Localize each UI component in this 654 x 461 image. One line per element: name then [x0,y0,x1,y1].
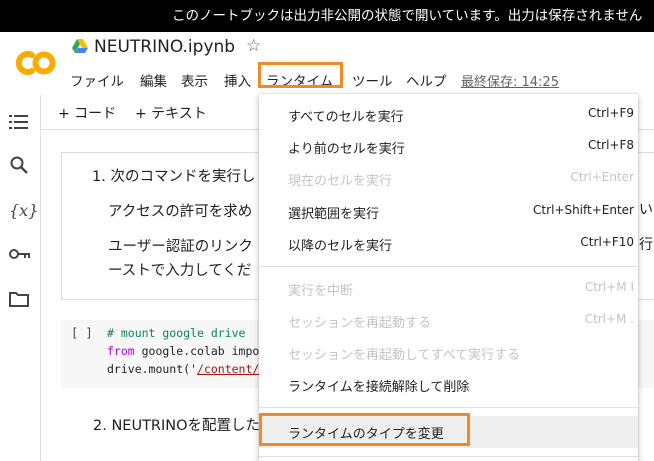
cell1-line4: ーストで入力してくだ [108,263,252,279]
colab-logo-icon[interactable] [12,48,58,78]
menu-item-restart-and-run-all: セッションを再起動してすべて実行する [259,337,638,369]
menu-item-label: 実行を中断 [288,284,354,299]
code-line-2: from google.colab impo [107,344,259,358]
menu-item-label: セッションを再起動してすべて実行する [288,348,521,363]
step2-text: 2. NEUTRINOを配置した [93,418,261,434]
menu-item-shortcut: Ctrl+Enter [570,170,634,184]
menu-item-label: セッションを再起動する [288,316,432,331]
privacy-banner: このノートブックは出力非公開の状態で開いています。出力は保存されません [0,0,654,32]
menu-item-label: より前のセルを実行 [288,142,405,157]
menu-item-label: 現在のセルを実行 [288,174,393,189]
menu-item-shortcut: Ctrl+F10 [580,235,634,249]
search-icon[interactable] [9,155,29,180]
key-icon[interactable] [9,245,31,266]
variables-icon[interactable]: {x} [9,201,38,220]
drive-icon[interactable] [72,39,88,53]
run-cell-button[interactable]: [ ] [71,326,93,340]
cell1-line2: アクセスの許可を求め [108,204,253,220]
left-sidebar: {x} [0,95,41,461]
menu-item-label: 選択範囲を実行 [288,207,380,222]
menu-item-shortcut: Ctrl+M . [584,312,634,326]
menu-item-run-selection[interactable]: 選択範囲を実行 Ctrl+Shift+Enter [259,196,638,228]
menu-item-disconnect-delete[interactable]: ランタイムを接続解除して削除 [259,369,638,401]
add-code-button[interactable]: + コード [58,103,116,123]
cell1-right-fragment-1: い [639,202,653,218]
menu-edit[interactable]: 編集 [140,70,167,90]
menu-item-shortcut: Ctrl+F9 [588,106,634,120]
menu-item-label: ランタイムを接続解除して削除 [288,380,470,395]
menu-file[interactable]: ファイル [70,70,124,90]
last-saved-link[interactable]: 最終保存: 14:25 [461,71,559,90]
change-runtime-type-highlight [259,413,470,446]
menu-divider [259,266,638,267]
folder-icon[interactable] [9,291,29,312]
code-line-1: # mount google drive [107,326,245,340]
menu-divider [259,456,638,457]
menu-item-run-all[interactable]: すべてのセルを実行 Ctrl+F9 [259,99,638,131]
code-call: drive.mount(' [107,362,198,376]
table-of-contents-icon[interactable] [9,113,29,136]
menu-item-shortcut: Ctrl+F8 [588,138,634,152]
menu-item-shortcut: Ctrl+Shift+Enter [533,203,634,217]
cell1-right-fragment-2: 行 [639,237,653,253]
menu-item-label: 以降のセルを実行 [288,239,393,254]
menu-insert[interactable]: 挿入 [224,70,251,90]
menu-item-shortcut: Ctrl+M I [584,280,634,294]
notebook-title[interactable]: NEUTRINO.ipynb [94,37,235,57]
menu-help[interactable]: ヘルプ [406,70,447,90]
code-string: /content/ [197,362,260,376]
runtime-dropdown-menu: すべてのセルを実行 Ctrl+F9 より前のセルを実行 Ctrl+F8 現在のセ… [259,94,638,461]
menu-item-restart-session: セッションを再起動する Ctrl+M . [259,305,638,337]
menu-item-label: すべてのセルを実行 [288,110,404,125]
banner-text: このノートブックは出力非公開の状態で開いています。出力は保存されません [172,8,643,24]
code-import: google.colab impo [134,344,260,358]
menu-divider [259,407,638,408]
menu-view[interactable]: 表示 [181,70,208,90]
menu-item-run-before[interactable]: より前のセルを実行 Ctrl+F8 [259,131,638,163]
star-icon[interactable]: ☆ [246,36,261,56]
code-line-3: drive.mount('/content/ [107,362,259,376]
runtime-menu-highlight [258,62,343,88]
menu-item-interrupt: 実行を中断 Ctrl+M I [259,273,638,305]
menu-tools[interactable]: ツール [352,70,393,90]
code-keyword: from [107,344,135,358]
code-comment: # mount google drive [107,326,246,340]
cell1-line1: 1. 次のコマンドを実行し [92,169,256,185]
menu-item-run-current: 現在のセルを実行 Ctrl+Enter [259,163,638,195]
add-text-button[interactable]: + テキスト [135,103,207,123]
cell1-line3: ユーザー認証のリンク [108,239,253,255]
menu-item-run-after[interactable]: 以降のセルを実行 Ctrl+F10 [259,228,638,260]
